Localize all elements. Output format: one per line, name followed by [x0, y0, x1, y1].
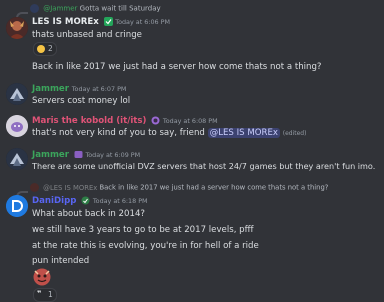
- author-header: Jammer Today at 6:07 PM: [32, 84, 126, 94]
- username[interactable]: Jammer: [32, 150, 69, 160]
- message-text: What about back in 2014?: [32, 209, 145, 219]
- role-icon: [151, 116, 160, 125]
- timestamp: Today at 6:08 PM: [162, 117, 218, 125]
- message-text: There are some unofficial DVZ servers th…: [32, 161, 376, 171]
- username[interactable]: Maris the kobold (it/its): [32, 116, 146, 126]
- message-body: that's not very kind of you to say, frie…: [32, 128, 205, 138]
- avatar[interactable]: [6, 83, 28, 105]
- username[interactable]: LES IS MOREx: [32, 17, 99, 27]
- message-text: thats unbased and cringe: [32, 30, 142, 40]
- message-text: at the rate this is evolving, you're in …: [32, 241, 259, 251]
- quote-emoji-icon: ❞: [37, 289, 42, 298]
- reply-preview[interactable]: @Jammer Gotta wait till Saturday: [30, 4, 161, 13]
- reply-avatar: [30, 183, 39, 192]
- author-header: DaniDipp Today at 6:18 PM: [32, 196, 148, 206]
- avatar[interactable]: [6, 115, 28, 137]
- author-header: LES IS MOREx Today at 6:06 PM: [32, 17, 170, 27]
- role-icon: [74, 150, 83, 159]
- avatar[interactable]: [6, 195, 28, 217]
- edited-label: (edited): [282, 130, 307, 137]
- message-text: Back in like 2017 we just had a server h…: [32, 62, 322, 72]
- reply-author[interactable]: @LES IS MOREx: [43, 184, 97, 192]
- reply-preview[interactable]: @LES IS MOREx Back in like 2017 we just …: [30, 183, 328, 192]
- role-icon: [81, 196, 90, 205]
- timestamp: Today at 6:18 PM: [92, 197, 148, 205]
- user-mention[interactable]: @LES IS MOREx: [207, 128, 280, 138]
- reaction[interactable]: 2: [33, 42, 57, 56]
- reaction-count: 1: [48, 290, 53, 299]
- avatar[interactable]: [6, 17, 28, 39]
- verified-badge-icon: [103, 17, 113, 26]
- reply-text: Gotta wait till Saturday: [79, 4, 161, 13]
- username[interactable]: DaniDipp: [32, 196, 76, 206]
- sticker-emoji-icon[interactable]: [33, 268, 51, 286]
- reaction-count: 2: [48, 44, 53, 53]
- timestamp: Today at 6:07 PM: [71, 85, 127, 93]
- reply-avatar: [30, 4, 39, 13]
- message-text: pun intended: [32, 256, 90, 266]
- blush-emoji-icon: [37, 45, 45, 53]
- timestamp: Today at 6:09 PM: [85, 151, 141, 159]
- username[interactable]: Jammer: [32, 84, 69, 94]
- avatar[interactable]: [6, 148, 28, 170]
- message-text: Servers cost money lol: [32, 96, 131, 106]
- timestamp: Today at 6:06 PM: [115, 18, 170, 26]
- reply-author[interactable]: @Jammer: [43, 5, 77, 13]
- author-header: Maris the kobold (it/its) Today at 6:08 …: [32, 116, 218, 126]
- message-text: we still have 3 years to go to be at 201…: [32, 225, 254, 235]
- author-header: Jammer Today at 6:09 PM: [32, 150, 140, 160]
- message-text: that's not very kind of you to say, frie…: [32, 128, 306, 138]
- reply-text: Back in like 2017 we just had a server h…: [99, 183, 329, 192]
